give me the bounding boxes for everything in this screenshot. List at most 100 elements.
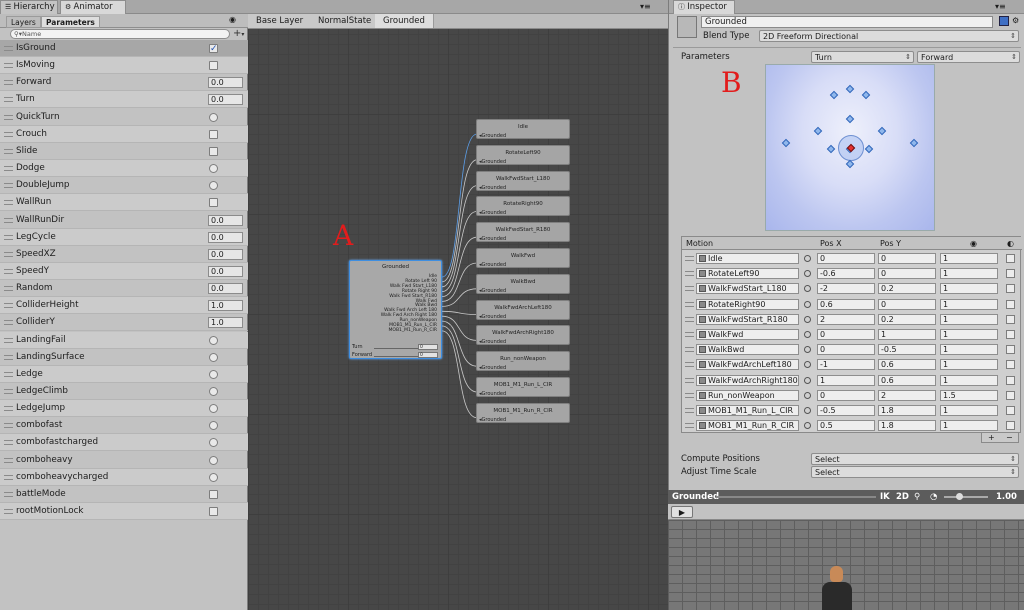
speed-field[interactable]: 1 <box>940 329 998 340</box>
motion-node[interactable]: MOB1_M1_Run_L_CIR ◂Grounded <box>476 377 570 397</box>
forward-slider[interactable] <box>374 356 418 357</box>
motion-field[interactable]: WalkFwdStart_L180 <box>696 283 799 295</box>
mirror-checkbox[interactable] <box>1006 269 1015 279</box>
pos-x-field[interactable]: -0.5 <box>817 405 875 416</box>
motion-row[interactable]: WalkBwd 0 -0.5 1 <box>682 342 1022 357</box>
help-icon[interactable] <box>999 16 1009 26</box>
object-picker-icon[interactable] <box>804 376 811 384</box>
blend-point[interactable] <box>829 90 839 100</box>
blend-point[interactable] <box>845 84 855 94</box>
pos-x-field[interactable]: 0 <box>817 344 875 356</box>
blend-point[interactable] <box>826 144 836 154</box>
blend-point[interactable] <box>813 126 823 136</box>
motion-node[interactable]: WalkFwdArchLeft180 ◂Grounded <box>476 299 570 320</box>
mode-2d-toggle[interactable]: 2D <box>896 490 909 504</box>
pos-x-field[interactable]: 1 <box>817 374 875 386</box>
motion-node[interactable]: WalkFwdStart_R180 ◂Grounded <box>476 222 570 243</box>
motion-node[interactable]: RotateLeft90 ◂Grounded <box>476 144 570 165</box>
motion-field[interactable]: RotateLeft90 <box>696 268 799 280</box>
drag-handle-icon[interactable] <box>685 271 694 277</box>
mirror-checkbox[interactable] <box>1006 314 1015 324</box>
speed-slider-handle[interactable] <box>956 493 963 500</box>
object-picker-icon[interactable] <box>804 331 811 338</box>
motion-node[interactable]: Idle ◂Grounded <box>476 119 570 139</box>
motion-field[interactable]: MOB1_M1_Run_R_CIR <box>696 420 799 432</box>
blend-tree-node[interactable]: Grounded Idle Rotate Left 90 Walk Fwd Star… <box>349 260 442 359</box>
drag-handle-icon[interactable] <box>685 256 694 261</box>
param-x-dropdown[interactable]: Turn <box>811 51 914 63</box>
blend-point[interactable] <box>861 90 871 100</box>
mirror-checkbox[interactable] <box>1006 421 1015 431</box>
motion-field[interactable]: Run_nonWeapon <box>696 389 799 401</box>
blend-point[interactable] <box>909 138 919 148</box>
drag-handle-icon[interactable] <box>685 301 694 307</box>
speed-field[interactable]: 1 <box>940 283 998 295</box>
preview-viewport[interactable] <box>668 520 1024 610</box>
object-picker-icon[interactable] <box>804 422 811 430</box>
mirror-checkbox[interactable] <box>1006 345 1015 355</box>
pos-x-field[interactable]: 0 <box>817 389 875 401</box>
motion-field[interactable]: MOB1_M1_Run_L_CIR <box>696 405 799 416</box>
motion-field[interactable]: WalkFwdArchRight180 <box>696 374 799 386</box>
pos-y-field[interactable]: 0.2 <box>878 283 936 295</box>
motion-row[interactable]: WalkFwdStart_L180 -2 0.2 1 <box>682 281 1022 296</box>
preview-timeline[interactable] <box>716 496 876 498</box>
pos-x-field[interactable]: 0 <box>817 253 875 264</box>
mirror-checkbox[interactable] <box>1006 360 1015 370</box>
motion-node[interactable]: RotateRight90 ◂Grounded <box>476 196 570 217</box>
motion-row[interactable]: MOB1_M1_Run_L_CIR -0.5 1.8 1 <box>682 403 1022 418</box>
drag-handle-icon[interactable] <box>685 332 694 337</box>
speed-field[interactable]: 1 <box>940 344 998 356</box>
motion-row[interactable]: WalkFwdArchLeft180 -1 0.6 1 <box>682 357 1022 372</box>
motion-field[interactable]: WalkBwd <box>696 344 799 356</box>
pos-y-field[interactable]: 0.2 <box>878 313 936 325</box>
object-picker-icon[interactable] <box>804 300 811 308</box>
blend-space-graph[interactable] <box>765 64 935 231</box>
object-picker-icon[interactable] <box>804 270 811 278</box>
pos-y-field[interactable]: 0.6 <box>878 374 936 386</box>
motion-node[interactable]: WalkFwdArchRight180 ◂Grounded <box>476 325 570 346</box>
pos-y-field[interactable]: 1.8 <box>878 420 936 432</box>
motion-node[interactable]: MOB1_M1_Run_R_CIR ◂Grounded <box>476 402 570 423</box>
tab-inspector[interactable]: ⓘ Inspector <box>673 0 735 14</box>
add-motion-button[interactable]: + <box>988 433 995 442</box>
ik-toggle[interactable]: IK <box>880 490 890 504</box>
drag-handle-icon[interactable] <box>685 347 694 353</box>
motion-row[interactable]: WalkFwdStart_R180 2 0.2 1 <box>682 312 1022 327</box>
drag-handle-icon[interactable] <box>685 316 694 322</box>
mirror-checkbox[interactable] <box>1006 330 1015 339</box>
drag-handle-icon[interactable] <box>685 362 694 368</box>
motion-field[interactable]: Idle <box>696 253 799 264</box>
mirror-checkbox[interactable] <box>1006 375 1015 385</box>
pos-x-field[interactable]: -0.6 <box>817 268 875 280</box>
object-picker-icon[interactable] <box>804 255 811 262</box>
motion-row[interactable]: Idle 0 0 1 <box>682 251 1022 266</box>
pivot-icon[interactable]: ⚲ <box>914 490 920 504</box>
pos-y-field[interactable]: 0 <box>878 253 936 264</box>
blend-type-dropdown[interactable]: 2D Freeform Directional <box>759 30 1019 42</box>
blend-point[interactable] <box>845 114 855 124</box>
turn-slider[interactable] <box>374 348 418 349</box>
motion-node[interactable]: Run_nonWeapon ◂Grounded <box>476 351 570 372</box>
pos-x-field[interactable]: -2 <box>817 283 875 295</box>
speed-field[interactable]: 1 <box>940 298 998 310</box>
motion-node[interactable]: WalkBwd ◂Grounded <box>476 273 570 294</box>
blend-point[interactable] <box>845 159 855 169</box>
compute-positions-dropdown[interactable]: Select <box>811 453 1019 465</box>
object-picker-icon[interactable] <box>804 361 811 369</box>
motion-field[interactable]: RotateRight90 <box>696 298 799 310</box>
speed-field[interactable]: 1 <box>940 420 998 432</box>
pos-y-field[interactable]: 1.8 <box>878 405 936 416</box>
drag-handle-icon[interactable] <box>685 392 694 398</box>
forward-slider-value[interactable]: 0 <box>418 352 438 358</box>
motion-row[interactable]: WalkFwd 0 1 1 <box>682 327 1022 342</box>
motion-row[interactable]: MOB1_M1_Run_R_CIR 0.5 1.8 1 <box>682 418 1022 433</box>
pos-x-field[interactable]: 0 <box>817 329 875 340</box>
mirror-checkbox[interactable] <box>1006 406 1015 415</box>
settings-icon[interactable]: ⚙ <box>1012 16 1019 25</box>
object-picker-icon[interactable] <box>804 407 811 414</box>
object-picker-icon[interactable] <box>804 346 811 354</box>
pos-y-field[interactable]: 0 <box>878 268 936 280</box>
pos-x-field[interactable]: 2 <box>817 313 875 325</box>
inspector-menu-icon[interactable]: ▾≡ <box>995 2 1006 11</box>
